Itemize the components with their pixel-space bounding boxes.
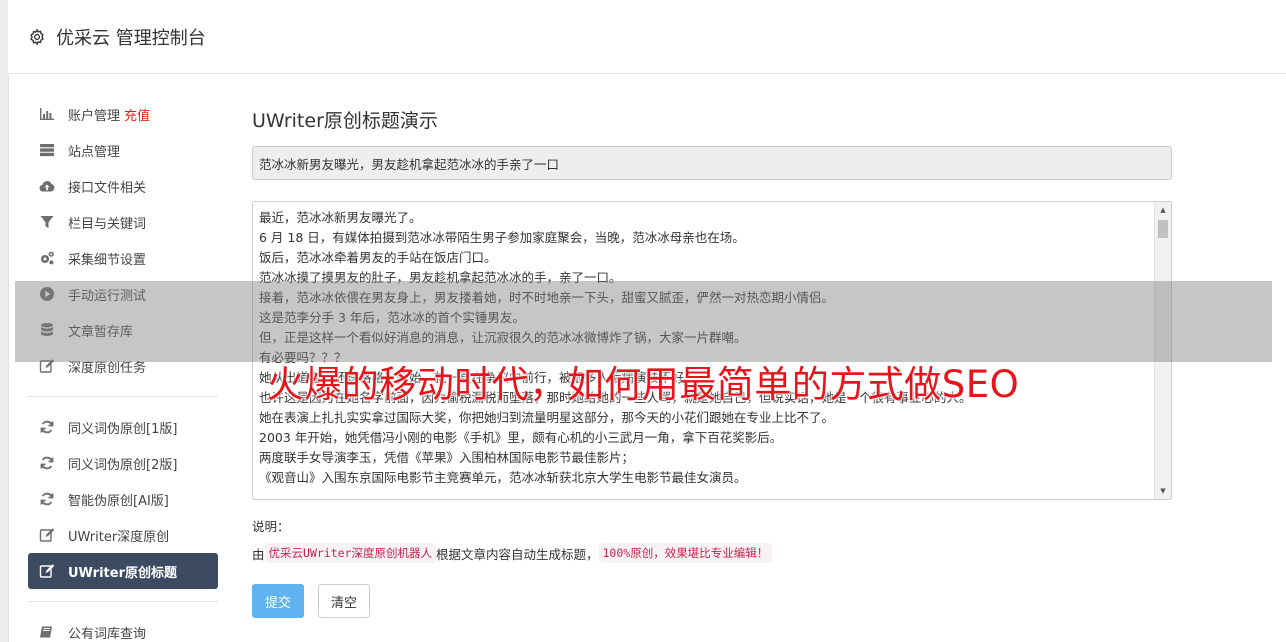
article-line: 《观音山》入围东京国际电影节主竞赛单元，范冰冰斩获北京大学生电影节最佳女演员。 <box>259 470 747 485</box>
sidebar-item-sites[interactable]: 站点管理 <box>28 132 218 168</box>
recharge-link[interactable]: 充值 <box>124 105 150 124</box>
bar-chart-icon <box>38 105 56 123</box>
server-icon <box>38 141 56 159</box>
edit-icon <box>38 562 56 580</box>
sidebar-item-label: 站点管理 <box>68 144 121 160</box>
refresh-icon <box>38 418 56 436</box>
watermark-band <box>15 281 1272 362</box>
page-title: UWriter原创标题演示 <box>252 110 438 132</box>
sidebar-item-label: 同义词伪原创[2版] <box>68 457 178 473</box>
sidebar-item-api-files[interactable]: 接口文件相关 <box>28 168 218 204</box>
cogs-icon <box>38 249 56 267</box>
note-highlight-robot: 优采云UWriter深度原创机器人 <box>264 543 436 563</box>
sidebar-item-ai-rewrite[interactable]: 智能伪原创[AI版] <box>28 481 218 517</box>
article-line: 两度联手女导演李玉，凭借《苹果》入围柏林国际电影节最佳影片； <box>259 450 635 465</box>
scroll-up-arrow-icon[interactable]: ▲ <box>1155 202 1171 218</box>
book-icon <box>38 623 56 641</box>
title-input[interactable] <box>252 146 1172 180</box>
note-middle: 根据文章内容自动生成标题， <box>435 546 599 562</box>
sidebar-item-label: UWriter深度原创 <box>68 529 170 545</box>
sidebar-item-label: 采集细节设置 <box>68 252 147 268</box>
sidebar-item-synonym-v2[interactable]: 同义词伪原创[2版] <box>28 445 218 481</box>
sidebar-item-public-lexicon[interactable]: 公有词库查询 <box>28 614 218 642</box>
sidebar-item-label: 栏目与关键词 <box>68 216 147 232</box>
clear-button[interactable]: 清空 <box>318 584 371 618</box>
article-line: 她在表演上扎扎实实拿过国际大奖，你把她归到流量明星这部分，那今天的小花们跟她在专… <box>259 410 835 425</box>
sidebar-divider <box>28 601 218 602</box>
sidebar-item-label: 公有词库查询 <box>68 626 147 642</box>
submit-button[interactable]: 提交 <box>252 584 305 618</box>
note-label: 说明： <box>252 519 290 534</box>
note-highlight-quality: 100%原创，效果堪比专业编辑！ <box>598 543 773 563</box>
article-line: 2003 年开始，她凭借冯小刚的电影《手机》里，颇有心机的小三武月一角，拿下百花… <box>259 430 783 445</box>
filter-icon <box>38 213 56 231</box>
refresh-icon <box>38 490 56 508</box>
sidebar-item-uwriter-title[interactable]: UWriter原创标题 <box>28 553 218 589</box>
form-buttons: 提交 清空 <box>252 584 1172 618</box>
scroll-down-arrow-icon[interactable]: ▼ <box>1155 483 1171 499</box>
note-text: 由 优采云UWriter深度原创机器人 根据文章内容自动生成标题， 100%原创… <box>252 543 1172 563</box>
sidebar-item-uwriter-deep[interactable]: UWriter深度原创 <box>28 517 218 553</box>
app-title: 优采云 管理控制台 <box>56 27 206 49</box>
sidebar-item-label: 同义词伪原创[1版] <box>68 421 178 437</box>
sidebar-item-label: 智能伪原创[AI版] <box>68 493 169 509</box>
watermark-headline: 火爆的移动时代，如何用最简单的方式做SEO <box>266 363 1020 406</box>
sidebar-item-columns-keywords[interactable]: 栏目与关键词 <box>28 204 218 240</box>
sidebar-item-label: UWriter原创标题 <box>68 565 177 581</box>
gear-icon <box>30 28 44 45</box>
scroll-thumb[interactable] <box>1158 220 1168 238</box>
sidebar-item-account[interactable]: 账户管理 充值 <box>28 96 218 132</box>
refresh-icon <box>38 454 56 472</box>
article-line: 饭后，范冰冰牵着男友的手站在饭店门口。 <box>259 250 497 265</box>
top-header: 优采云 管理控制台 <box>8 0 1286 74</box>
cloud-upload-icon <box>38 177 56 195</box>
sidebar-item-collect-settings[interactable]: 采集细节设置 <box>28 240 218 276</box>
sidebar-item-label: 账户管理 <box>68 108 121 124</box>
article-line: 6 月 18 日，有媒体拍摄到范冰冰带陌生男子参加家庭聚会，当晚，范冰冰母亲也在… <box>259 230 745 245</box>
sidebar-item-label: 接口文件相关 <box>68 180 147 196</box>
note-prefix: 由 <box>252 546 265 562</box>
edit-icon <box>38 526 56 544</box>
sidebar-item-synonym-v1[interactable]: 同义词伪原创[1版] <box>28 409 218 445</box>
article-line: 最近，范冰冰新男友曝光了。 <box>259 210 422 225</box>
